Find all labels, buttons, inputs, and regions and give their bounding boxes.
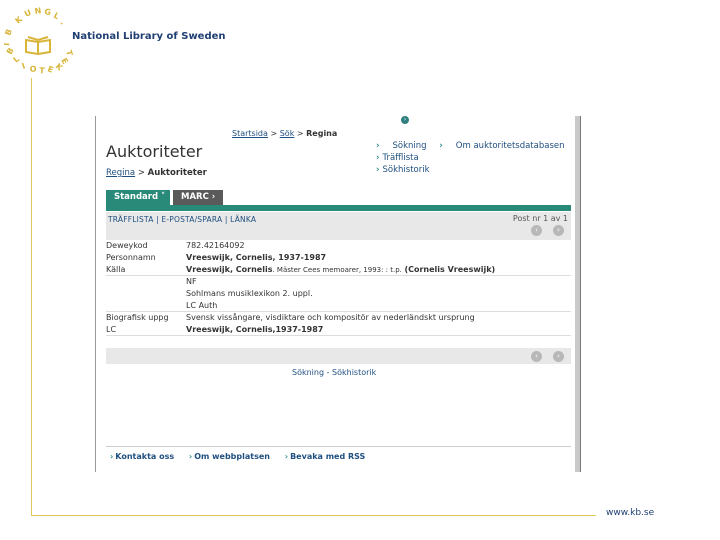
footer-contact[interactable]: › Kontakta oss [110,452,174,461]
link-about-db[interactable]: › Om auktoritetsdatabasen [439,141,564,151]
svg-text:G: G [44,7,52,17]
tab-standard[interactable]: Standard ˅ [106,190,170,205]
sub-breadcrumb: Regina > Auktoriteter [106,168,207,178]
record-table: Deweykod 782.42164092 Personnamn Vreeswi… [106,240,571,336]
bottom-links: Sökning - Sökhistorik [292,368,376,377]
frame-left-line [31,78,32,516]
svg-text:L: L [12,54,22,64]
svg-text:N: N [34,6,42,16]
right-links: › Sökning › Om auktoritetsdatabasen › Träff… [376,140,565,176]
table-row: Källa Vreeswijk, Cornelis. Mäster Cees m… [106,264,571,276]
svg-text:O: O [29,64,37,74]
svg-text:K: K [14,14,25,25]
footer-about[interactable]: › Om webbplatsen [189,452,270,461]
breadcrumb-home[interactable]: Startsida [232,129,268,138]
chevron-down-icon: ˅ [161,192,166,202]
row-label: Personnamn [106,253,156,262]
arrow-icon: › [439,141,443,151]
arrow-icon: › [376,141,380,151]
footer: › Kontakta oss › Om webbplatsen › Bevaka me… [110,452,377,461]
row-value: Vreeswijk, Cornelis,1937-1987 [186,325,324,334]
svg-text:.: . [59,18,68,27]
link-hitlist[interactable]: › Träfflista [376,153,419,163]
table-row: Personnamn Vreeswijk, Cornelis, 1937-198… [106,252,571,264]
row-value: LC Auth [186,301,218,310]
bottom-link-sep: - [326,368,330,377]
arrow-icon: › [376,165,380,175]
link-search[interactable]: › Sökning [376,141,427,151]
breadcrumb-current: Regina [306,129,338,138]
frame-bottom-line [31,515,596,516]
row-value: Svensk vissångare, visdiktare och kompos… [186,313,475,322]
bottom-link-history[interactable]: Sökhistorik [332,368,376,377]
row-label: Deweykod [106,241,148,250]
breadcrumb-search[interactable]: Sök [280,129,295,138]
toolbar-links[interactable]: TRÄFFLISTA | E-POSTA/SPARA | LÄNKA [108,215,256,224]
bottom-link-search[interactable]: Sökning [292,368,324,377]
tab-marc[interactable]: MARC › [173,190,223,205]
tab-underline [106,205,571,211]
svg-text:U: U [23,8,33,19]
breadcrumb: Startsida > Sök > Regina [232,129,337,138]
footer-rss[interactable]: › Bevaka med RSS [285,452,366,461]
subcrumb-current: Auktoriteter [147,168,207,178]
page-title: Auktoriteter [106,142,203,161]
svg-text:I: I [21,61,27,70]
arrow-icon: › [188,452,193,461]
table-row: Sohlmans musiklexikon 2. uppl. [106,288,571,300]
footer-divider [106,446,571,447]
table-row: LC Auth [106,300,571,312]
regina-screenshot: › Startsida > Sök > Regina Auktoriteter … [95,116,581,472]
arrow-icon: › [284,452,289,461]
subcrumb-regina[interactable]: Regina [106,168,135,178]
breadcrumb-sep: > [296,129,304,138]
link-history[interactable]: › Sökhistorik [376,165,430,175]
next-icon[interactable]: › [553,351,564,362]
table-row: LC Vreeswijk, Cornelis,1937-1987 [106,324,571,336]
svg-text:E: E [46,64,54,74]
row-label: Källa [106,265,126,274]
presentation-slide: K U N G L . B I B L I O T E K E T Nation… [0,0,720,540]
next-icon[interactable]: › [553,225,564,236]
svg-text:B: B [4,28,14,37]
record-toolbar: TRÄFFLISTA | E-POSTA/SPARA | LÄNKA Post … [106,212,571,240]
table-row: Deweykod 782.42164092 [106,240,571,252]
logo-text: National Library of Sweden [72,31,226,42]
svg-text:I: I [4,42,11,46]
svg-text:T: T [39,66,46,75]
row-label: LC [106,325,117,334]
prev-icon[interactable]: ‹ [531,351,542,362]
bottom-toolbar: ‹ › [106,348,571,364]
row-value: NF [186,277,197,286]
marker-icon: › [401,116,409,124]
svg-text:L: L [52,11,61,21]
subcrumb-sep: > [137,168,145,178]
website-url: www.kb.se [606,508,655,518]
scrollbar[interactable] [575,116,580,472]
row-value: Vreeswijk, Cornelis, 1937-1987 [186,253,327,262]
kb-logo: K U N G L . B I B L I O T E K E T [4,6,74,75]
row-value: Sohlmans musiklexikon 2. uppl. [186,289,313,298]
svg-text:T: T [64,49,74,57]
arrow-icon: › [110,452,114,461]
table-row: NF [106,276,571,288]
row-value: 782.42164092 [186,241,245,250]
row-value: Vreeswijk, Cornelis. Mäster Cees memoare… [186,265,496,274]
prev-icon[interactable]: ‹ [531,225,542,236]
row-label: Biografisk uppg [106,313,169,322]
table-row: Biografisk uppg Svensk vissångare, visdi… [106,312,571,324]
post-counter: Post nr 1 av 1 [512,214,568,223]
chevron-right-icon: › [211,192,216,202]
breadcrumb-sep: > [270,129,278,138]
arrow-icon: › [376,153,380,163]
